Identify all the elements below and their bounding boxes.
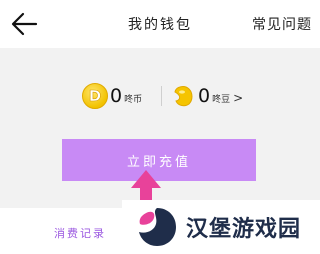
bean-balance[interactable]: 0 咚豆 > — [170, 82, 243, 110]
chevron-right-icon: > — [233, 90, 244, 105]
coin-amount: 0 — [110, 85, 123, 107]
coin-balance: D 0 咚币 — [82, 82, 142, 110]
coin-icon: D — [82, 83, 108, 109]
watermark-text: 汉堡游戏园 — [186, 216, 302, 242]
watermark-logo-icon — [139, 208, 176, 246]
tab-consumption-records[interactable]: 消费记录 — [54, 225, 106, 241]
balance-row: D 0 咚币 0 咚豆 > — [0, 82, 320, 110]
coin-unit: 咚币 — [124, 94, 143, 105]
faq-link[interactable]: 常见问题 — [252, 14, 312, 34]
bean-icon — [174, 86, 193, 107]
watermark: 汉堡游戏园 — [122, 200, 320, 254]
top-bar: 我的钱包 常见问题 — [0, 0, 320, 48]
balance-divider — [161, 86, 162, 106]
bean-unit: 咚豆 — [212, 94, 231, 105]
bean-amount: 0 — [198, 85, 211, 107]
coin-icon-letter: D — [88, 87, 102, 106]
